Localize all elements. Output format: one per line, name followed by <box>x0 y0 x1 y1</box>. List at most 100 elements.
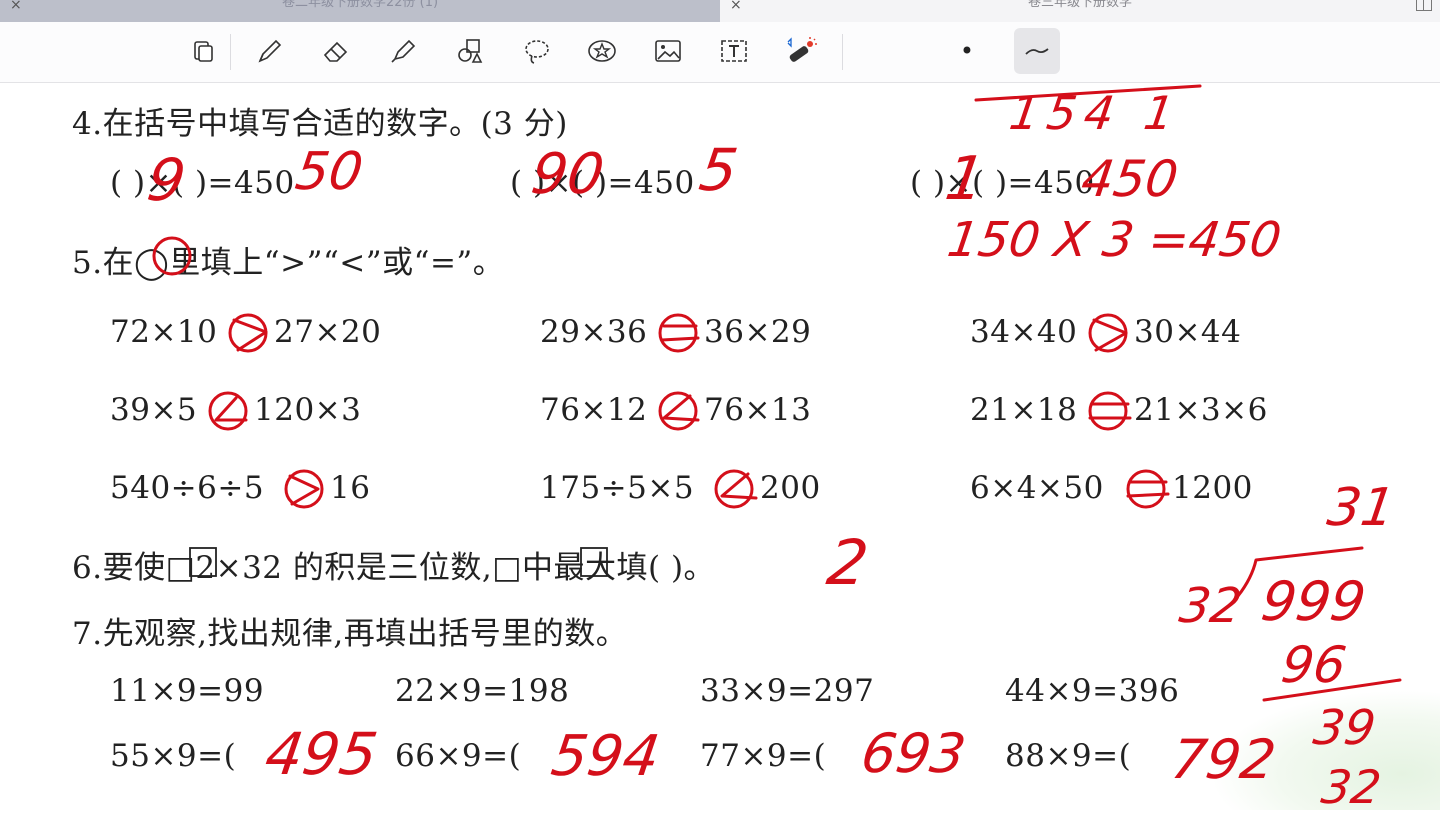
q7-given-1: 11×9=99 <box>110 673 265 709</box>
q5-right: 16 <box>330 470 371 506</box>
compare-circle <box>714 469 754 509</box>
compare-circle <box>1088 313 1128 353</box>
image-icon <box>655 40 681 62</box>
q5-right: 1200 <box>1172 470 1253 506</box>
compare-circle <box>658 391 698 431</box>
close-tab-icon[interactable]: × <box>10 0 22 12</box>
q4-answer-3a: 1 <box>941 144 990 214</box>
compare-circle <box>228 313 268 353</box>
sticker-button[interactable] <box>583 32 621 70</box>
q7-asked-4: 88×9=( <box>1005 738 1132 774</box>
dot-icon: • <box>959 37 975 65</box>
q5-right: 120×3 <box>254 392 362 428</box>
lasso-button[interactable] <box>518 32 556 70</box>
q4-equation-3: ( )×( )=450 <box>910 165 1095 201</box>
question-7-title: 7.先观察,找出规律,再填出括号里的数。 <box>72 616 628 652</box>
tab-label: 卷三年级下册数学 <box>1027 0 1132 10</box>
ink-greater-than <box>232 318 268 352</box>
tab-label: 卷二年级下册数学22份 (1) <box>281 0 439 10</box>
text-icon <box>721 40 747 62</box>
image-button[interactable] <box>649 32 687 70</box>
q7-given-3: 33×9=297 <box>700 673 875 709</box>
ink-greater-than <box>1092 318 1128 352</box>
division-divisor: 32 <box>1176 578 1246 634</box>
compare-circle <box>1088 391 1128 431</box>
question-6-title: 6.要使□2×32 的积是三位数,□中最大填( )。 <box>72 550 716 586</box>
q5-left: 76×12 <box>540 392 648 428</box>
q4-equation-1: ( )×( )=450 <box>110 165 295 201</box>
shapes-icon <box>458 39 483 63</box>
q7-asked-1: 55×9=( <box>110 738 237 774</box>
page-button[interactable] <box>184 32 222 70</box>
q5-right: 36×29 <box>704 314 812 350</box>
ink-less-than <box>662 394 700 422</box>
annotation-toolbar: • <box>0 22 1440 83</box>
q5-left: 6×4×50 <box>970 470 1104 506</box>
toolbar-separator <box>842 34 843 70</box>
highlighter-icon <box>391 39 416 63</box>
q7-answer-2: 594 <box>547 724 664 789</box>
eraser-icon <box>323 41 348 62</box>
q5-left: 175÷5×5 <box>540 470 695 506</box>
toolbar-separator <box>230 34 231 70</box>
division-step-1: 96 <box>1277 636 1350 694</box>
q4-answer-1a: 9 <box>143 146 190 214</box>
ink-equals <box>1088 402 1132 420</box>
q7-answer-1: 495 <box>261 720 382 788</box>
tab-worksheet-grade2[interactable]: × 卷二年级下册数学22份 (1) <box>0 0 720 22</box>
close-tab-icon[interactable]: × <box>730 0 742 12</box>
ink-less-than <box>720 472 758 500</box>
q4-answer-1b: 50 <box>291 142 367 202</box>
q5-left: 21×18 <box>970 392 1078 428</box>
ink-equals <box>660 324 700 342</box>
tab-worksheet-grade3[interactable]: × 卷三年级下册数学 <box>720 0 1440 22</box>
ink-less-than <box>214 396 248 422</box>
pen-icon <box>258 39 282 63</box>
q5-right: 76×13 <box>704 392 812 428</box>
division-quotient: 31 <box>1323 478 1399 538</box>
highlighter-button[interactable] <box>384 32 422 70</box>
laser-pointer-button[interactable] <box>782 32 820 70</box>
shapes-button[interactable] <box>451 32 489 70</box>
division-dividend: 999 <box>1257 570 1370 633</box>
compare-circle <box>1126 469 1166 509</box>
q7-answer-3: 693 <box>857 722 970 785</box>
compare-circle <box>208 391 248 431</box>
q7-asked-2: 66×9=( <box>395 738 522 774</box>
q7-asked-3: 77×9=( <box>700 738 827 774</box>
q7-given-2: 22×9=198 <box>395 673 570 709</box>
stroke-width-dot-button[interactable]: • <box>948 32 986 70</box>
q4-scratch-top: 154 1 <box>1006 86 1186 140</box>
stroke-style-icon <box>1025 48 1049 55</box>
pen-button[interactable] <box>250 32 288 70</box>
page-icon <box>194 41 213 62</box>
q5-right: 21×3×6 <box>1134 392 1268 428</box>
question-5-title: 5.在◯里填上“>”“<”或“=”。 <box>72 245 505 281</box>
question-4-title: 4.在括号中填写合适的数字。(3 分) <box>72 106 568 142</box>
eraser-button[interactable] <box>317 32 355 70</box>
split-view-icon[interactable] <box>1416 0 1432 11</box>
laser-pointer-icon <box>787 37 817 62</box>
text-button[interactable] <box>715 32 753 70</box>
q7-given-4: 44×9=396 <box>1005 673 1180 709</box>
q4-answer-2b: 5 <box>695 136 742 204</box>
ink-greater-than <box>288 474 320 506</box>
q5-left: 29×36 <box>540 314 648 350</box>
compare-circle <box>658 313 698 353</box>
q7-answer-4: 792 <box>1167 728 1280 791</box>
division-step-3: 32 <box>1318 760 1385 814</box>
q5-left: 72×10 <box>110 314 218 350</box>
lasso-icon <box>525 40 549 64</box>
ink-equals <box>1126 480 1170 498</box>
q4-answer-2a: 90 <box>527 142 608 207</box>
stroke-style-button[interactable] <box>1014 28 1060 74</box>
q4-scratch-equation: 150 X 3 =450 <box>944 212 1285 268</box>
tab-bar: × 卷二年级下册数学22份 (1) × 卷三年级下册数学 <box>0 0 1440 22</box>
sticker-icon <box>588 40 616 62</box>
q5-left: 540÷6÷5 <box>110 470 265 506</box>
compare-circle <box>284 469 324 509</box>
q5-left: 34×40 <box>970 314 1078 350</box>
q4-answer-3b: 450 <box>1077 150 1182 208</box>
q5-right: 200 <box>760 470 821 506</box>
q5-left: 39×5 <box>110 392 198 428</box>
